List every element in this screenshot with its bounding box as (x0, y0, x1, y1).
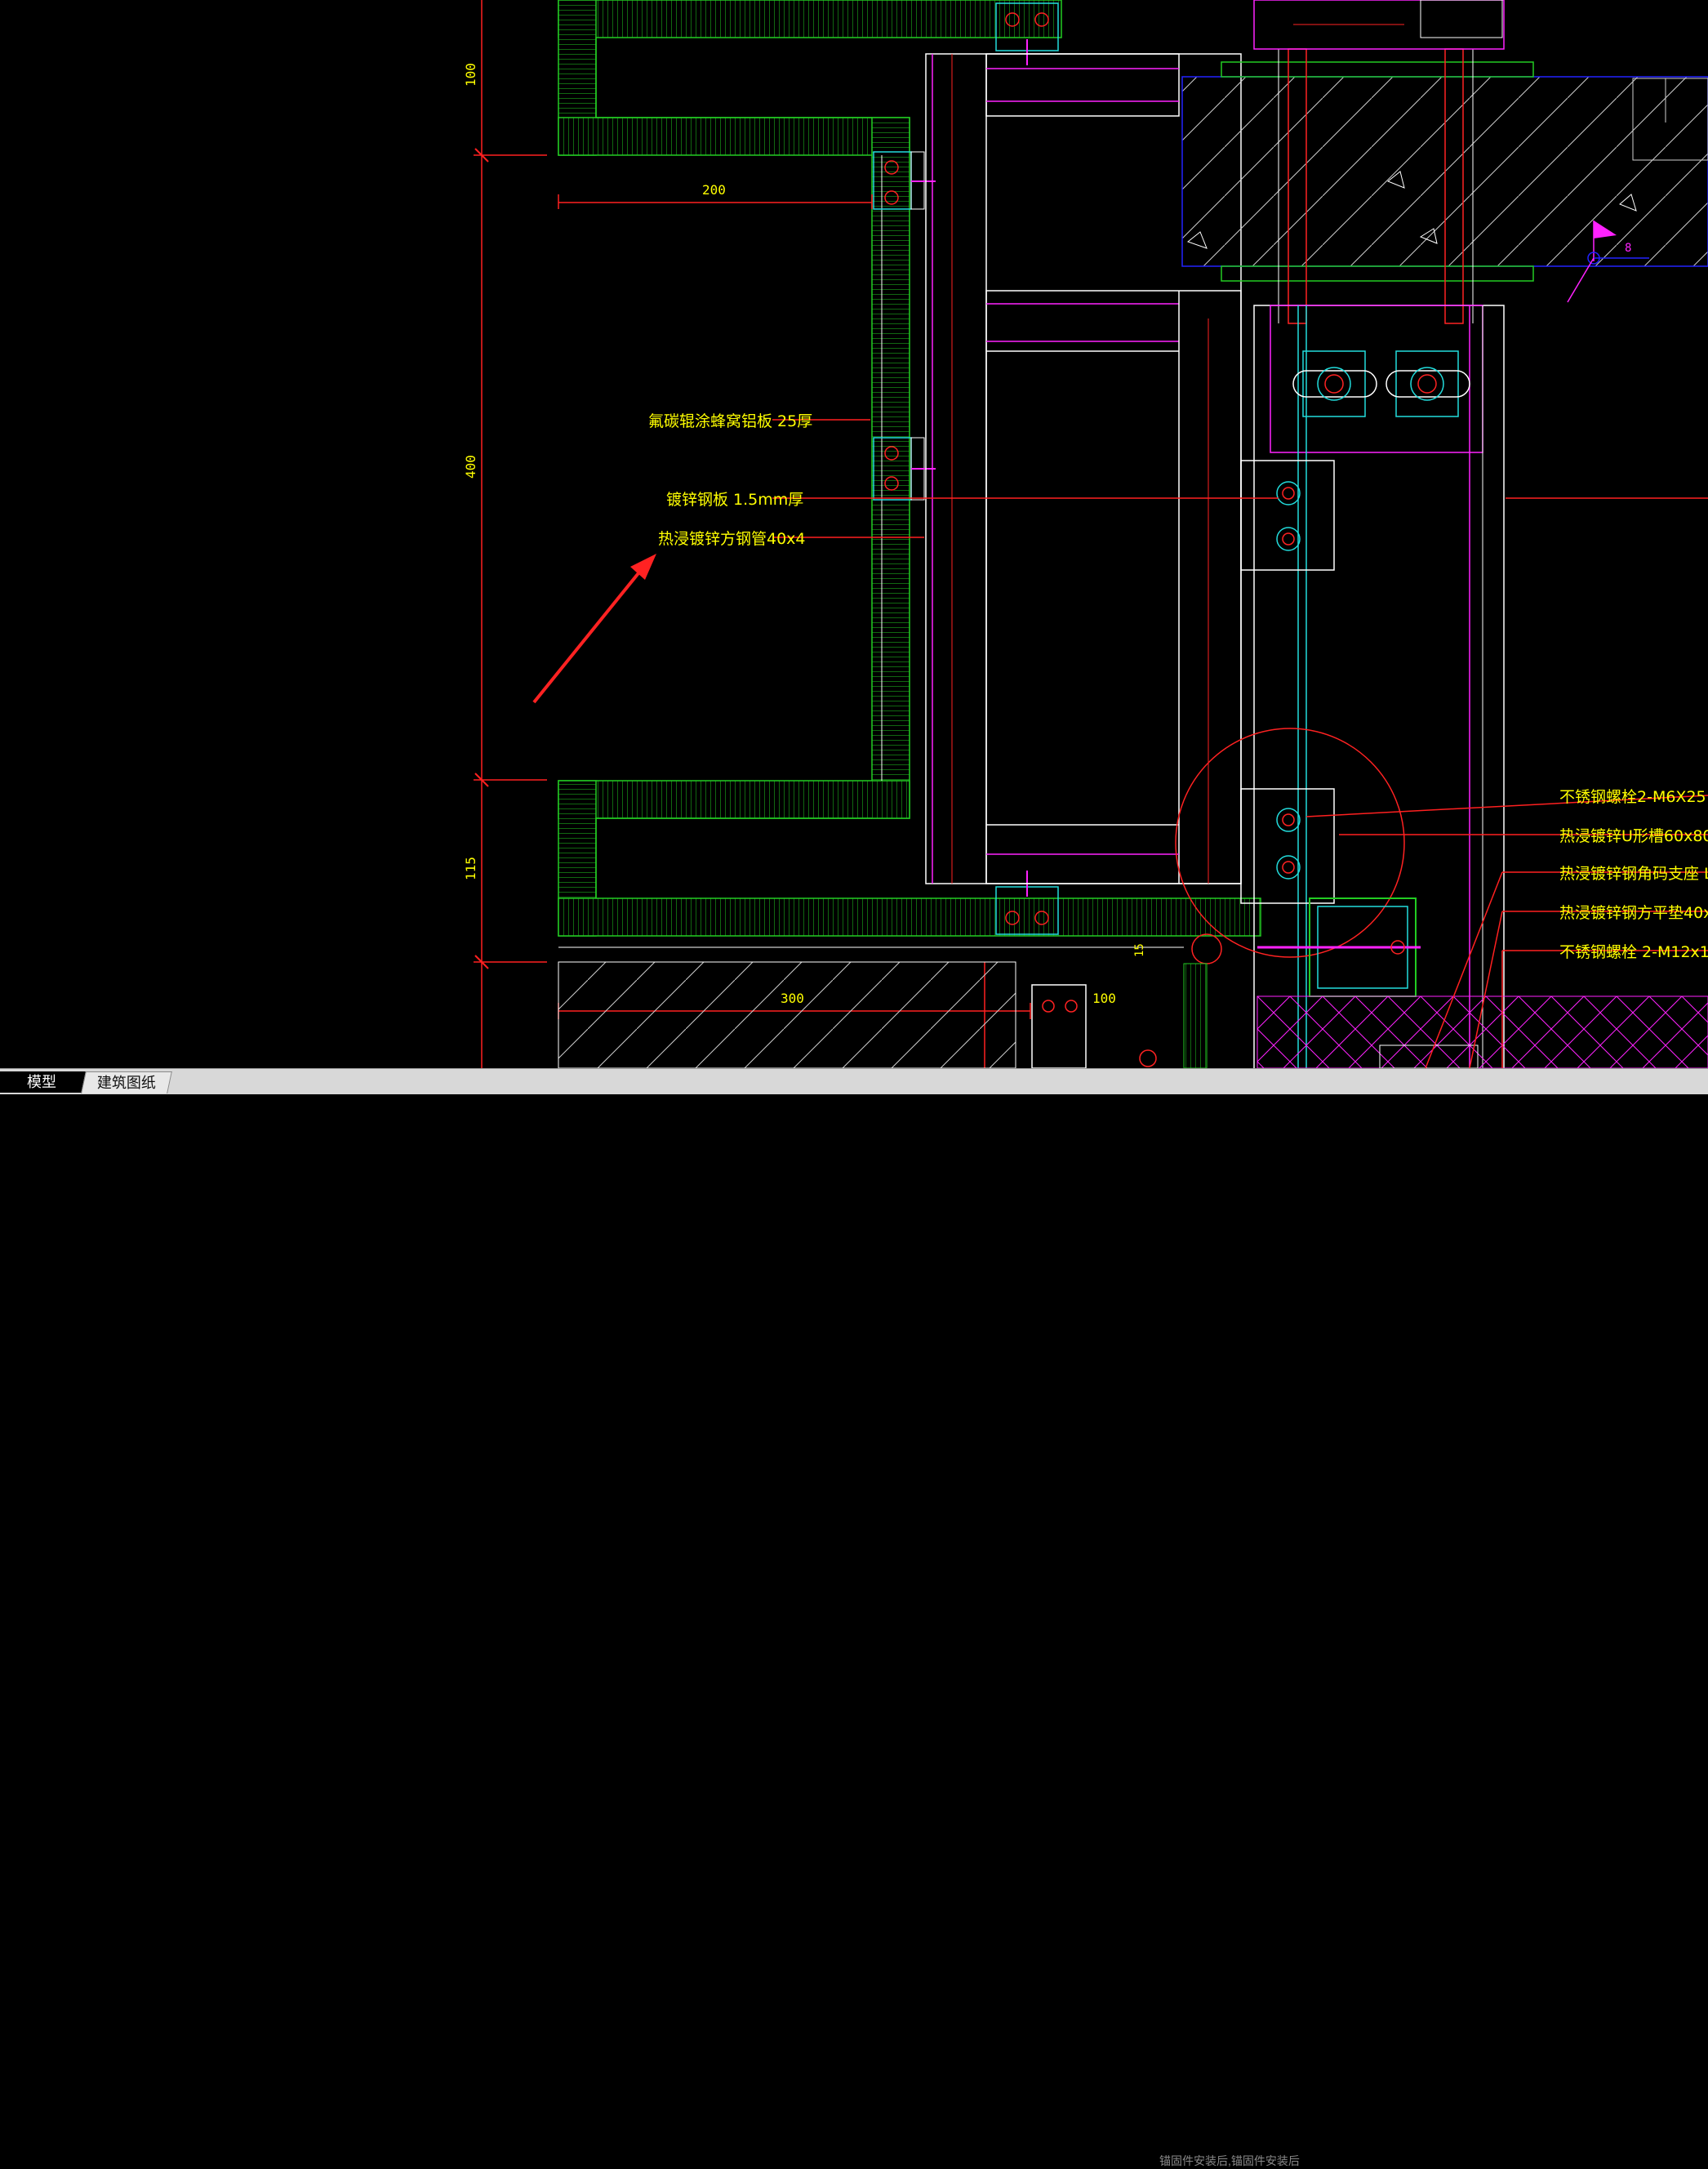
annotation-bolt-m12: 不锈钢螺栓 2-M12x120 (1559, 943, 1708, 961)
dim-115: 115 (463, 857, 478, 880)
tab-architectural-drawing-label: 建筑图纸 (96, 1075, 156, 1091)
horizontal-dimensions (558, 194, 1031, 1068)
dim-100-top: 100 (463, 63, 478, 87)
cad-drawing-canvas[interactable]: 100 400 115 200 300 100 15 (0, 0, 1708, 1068)
annotation-square-washer: 热浸镀锌钢方平垫40x4(三 (1559, 904, 1708, 922)
dim-15: 15 (1133, 943, 1146, 957)
annotation-u-channel: 热浸镀锌U形槽60x80x60 (1559, 827, 1708, 845)
annotation-galvanized-sheet: 镀锌钢板 1.5mm厚 (666, 491, 803, 509)
concrete-slab[interactable] (1181, 48, 1708, 324)
tab-architectural-drawing[interactable]: 建筑图纸 (81, 1071, 172, 1093)
annotation-honeycomb-panel: 氟碳辊涂蜂窝铝板 25厚 (648, 412, 812, 430)
angle-label: 8 (1625, 242, 1631, 255)
tab-model[interactable]: 模型 (0, 1071, 83, 1093)
annotation-angle-support: 热浸镀锌钢角码支座 L110X (1559, 865, 1708, 883)
left-dimension-chain (474, 0, 547, 1068)
dim-400: 400 (463, 455, 478, 479)
dim-200: 200 (702, 182, 726, 198)
annotation-bolt-m6: 不锈钢螺栓2-M6X25 (1559, 788, 1706, 806)
layout-tab-bar: 模型 建筑图纸 锚固件安装后,锚固件安装后 (0, 1068, 1708, 2167)
honeycomb-panel-section[interactable] (558, 0, 1261, 948)
status-text: 锚固件安装后,锚固件安装后 (1159, 2154, 1300, 2167)
annotation-square-tube: 热浸镀锌方钢管40x4 (658, 530, 806, 548)
markup-arrow (532, 554, 656, 704)
dim-100-bottom: 100 (1092, 991, 1116, 1006)
